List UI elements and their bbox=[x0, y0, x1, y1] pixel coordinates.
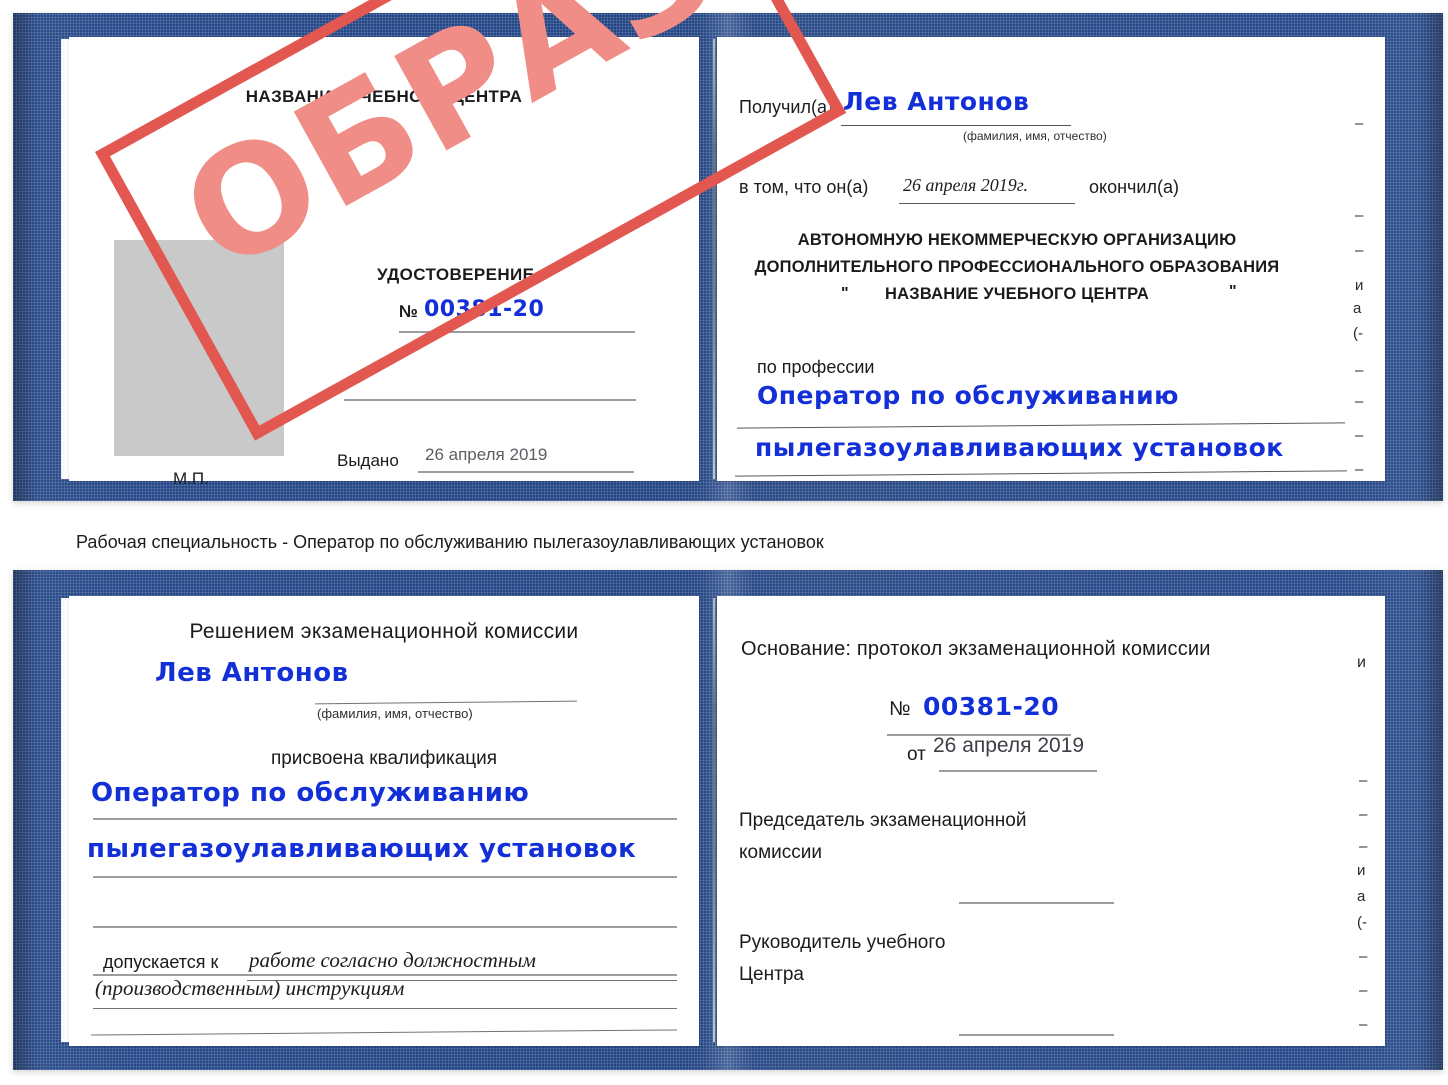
edge-fragment: (- bbox=[1353, 325, 1363, 342]
edge-fragment: – bbox=[1359, 948, 1368, 965]
issued-rule bbox=[418, 471, 634, 473]
protocol-date: 26 апреля 2019 bbox=[933, 734, 1085, 757]
qualification-value-line-1: Оператор по обслуживанию bbox=[91, 778, 530, 808]
received-label: Получил(а) bbox=[739, 97, 833, 117]
edge-fragment: – bbox=[1359, 806, 1368, 823]
qualification-label: присвоена квалификация bbox=[270, 748, 498, 769]
training-center-name-left: НАЗВАНИЕ УЧЕБНОГО ЦЕНТРА bbox=[245, 87, 523, 106]
document-type-label: УДОСТОВЕРЕНИЕ bbox=[377, 265, 535, 284]
edge-fragment: – bbox=[1355, 461, 1364, 478]
qualification-rule-1 bbox=[93, 818, 677, 820]
edge-fragment: – bbox=[1359, 838, 1368, 855]
admitted-value-line-1: работе согласно должностным bbox=[249, 948, 536, 972]
spine-divider-top bbox=[713, 39, 715, 479]
certificate-top: НАЗВАНИЕ УЧЕБНОГО ЦЕНТРА УДОСТОВЕРЕНИЕ №… bbox=[13, 13, 1443, 501]
head-label-line-2: Центра bbox=[739, 964, 804, 985]
admitted-rule-2 bbox=[93, 1008, 677, 1009]
number-rule-top bbox=[399, 331, 635, 333]
photo-placeholder bbox=[114, 240, 284, 456]
leaf-bottom-right: Основание: протокол экзаменационной коми… bbox=[717, 596, 1385, 1046]
leaf-bottom-left: Решением экзаменационной комиссии Лев Ан… bbox=[69, 596, 699, 1046]
head-label-line-1: Руководитель учебного bbox=[739, 932, 946, 953]
number-prefix-top: № bbox=[399, 302, 418, 321]
chairman-label-line-2: комиссии bbox=[739, 842, 822, 863]
profession-value-line-1: Оператор по обслуживанию bbox=[757, 381, 1179, 410]
chairman-label-line-1: Председатель экзаменационной bbox=[739, 810, 1027, 831]
qualification-rule-2 bbox=[93, 876, 677, 878]
finished-label: окончил(а) bbox=[1089, 177, 1179, 197]
screenshot-root: НАЗВАНИЕ УЧЕБНОГО ЦЕНТРА УДОСТОВЕРЕНИЕ №… bbox=[0, 0, 1448, 1085]
qualification-value-line-2: пылегазоулавливающих установок bbox=[87, 834, 637, 864]
certificate-bottom: Решением экзаменационной комиссии Лев Ан… bbox=[13, 570, 1443, 1070]
edge-fragment: – bbox=[1355, 242, 1364, 259]
blank-rule-top bbox=[344, 399, 636, 401]
edge-fragment: а bbox=[1357, 888, 1366, 905]
that-he-value: 26 апреля 2019г. bbox=[903, 175, 1029, 195]
student-name-bottom: Лев Антонов bbox=[155, 658, 349, 688]
org-line-2: ДОПОЛНИТЕЛЬНОГО ПРОФЕССИОНАЛЬНОГО ОБРАЗО… bbox=[754, 258, 1280, 276]
number-prefix-bottom: № bbox=[889, 698, 911, 720]
cover-shadow-left-bottom bbox=[13, 570, 39, 1070]
leaf-top-left: НАЗВАНИЕ УЧЕБНОГО ЦЕНТРА УДОСТОВЕРЕНИЕ №… bbox=[69, 37, 699, 488]
seal-label: М.П. bbox=[173, 469, 209, 488]
edge-fragment: – bbox=[1355, 115, 1364, 132]
that-he-label: в том, что он(а) bbox=[739, 177, 869, 197]
that-he-rule bbox=[899, 203, 1075, 204]
edge-fragment: – bbox=[1359, 982, 1368, 999]
leaf-top-right: Получил(а) Лев Антонов (фамилия, имя, от… bbox=[717, 37, 1385, 481]
commission-decision-heading: Решением экзаменационной комиссии bbox=[189, 620, 579, 643]
edge-fragment: и bbox=[1357, 862, 1366, 879]
fio-hint-bottom: (фамилия, имя, отчество) bbox=[317, 706, 473, 721]
image-caption: Рабочая специальность - Оператор по обсл… bbox=[76, 532, 824, 552]
org-line-1: АВТОНОМНУЮ НЕКОММЕРЧЕСКУЮ ОРГАНИЗАЦИЮ bbox=[797, 231, 1237, 249]
profession-rule-2 bbox=[735, 470, 1347, 477]
protocol-date-rule bbox=[939, 770, 1097, 772]
issued-label: Выдано bbox=[337, 451, 399, 470]
edge-fragment: – bbox=[1355, 427, 1364, 444]
spine-divider-bottom bbox=[713, 598, 715, 1042]
issued-value: 26 апреля 2019 bbox=[425, 445, 548, 464]
edge-fragment: – bbox=[1359, 772, 1368, 789]
edge-fragment: – bbox=[1355, 362, 1364, 379]
admitted-value-line-2: (производственным) инструкциям bbox=[95, 976, 405, 1000]
protocol-number: 00381-20 bbox=[923, 692, 1060, 721]
received-value: Лев Антонов bbox=[843, 87, 1030, 116]
edge-fragment: и bbox=[1355, 277, 1364, 294]
admitted-label: допускается к bbox=[103, 952, 219, 972]
qualification-rule-3 bbox=[93, 926, 677, 928]
profession-label: по профессии bbox=[757, 357, 875, 377]
chairman-signature-rule[interactable] bbox=[959, 902, 1114, 904]
date-prefix: от bbox=[907, 744, 926, 765]
edge-fragment: а bbox=[1353, 300, 1362, 317]
edge-fragment: – bbox=[1355, 393, 1364, 410]
edge-fragment: – bbox=[1355, 207, 1364, 224]
name-rule-bottom bbox=[315, 700, 577, 705]
cover-shadow-right bbox=[1417, 13, 1443, 501]
profession-rule-1 bbox=[737, 422, 1345, 429]
org-quote-close: " bbox=[1229, 283, 1237, 300]
basis-label: Основание: протокол экзаменационной коми… bbox=[741, 638, 1211, 660]
received-rule bbox=[841, 125, 1071, 126]
head-signature-rule[interactable] bbox=[959, 1034, 1114, 1036]
org-line-3: НАЗВАНИЕ УЧЕБНОГО ЦЕНТРА bbox=[885, 285, 1149, 303]
edge-fragment: – bbox=[1359, 1016, 1368, 1033]
certificate-number-top: 00381-20 bbox=[424, 297, 545, 322]
profession-value-line-2: пылегазоулавливающих установок bbox=[755, 433, 1284, 462]
cover-shadow-left bbox=[13, 13, 39, 501]
fio-hint-top: (фамилия, имя, отчество) bbox=[963, 129, 1107, 143]
edge-fragment: и bbox=[1357, 654, 1366, 671]
admitted-rule-3 bbox=[91, 1029, 677, 1036]
edge-fragment: (- bbox=[1357, 914, 1367, 931]
cover-shadow-right-bottom bbox=[1417, 570, 1443, 1070]
